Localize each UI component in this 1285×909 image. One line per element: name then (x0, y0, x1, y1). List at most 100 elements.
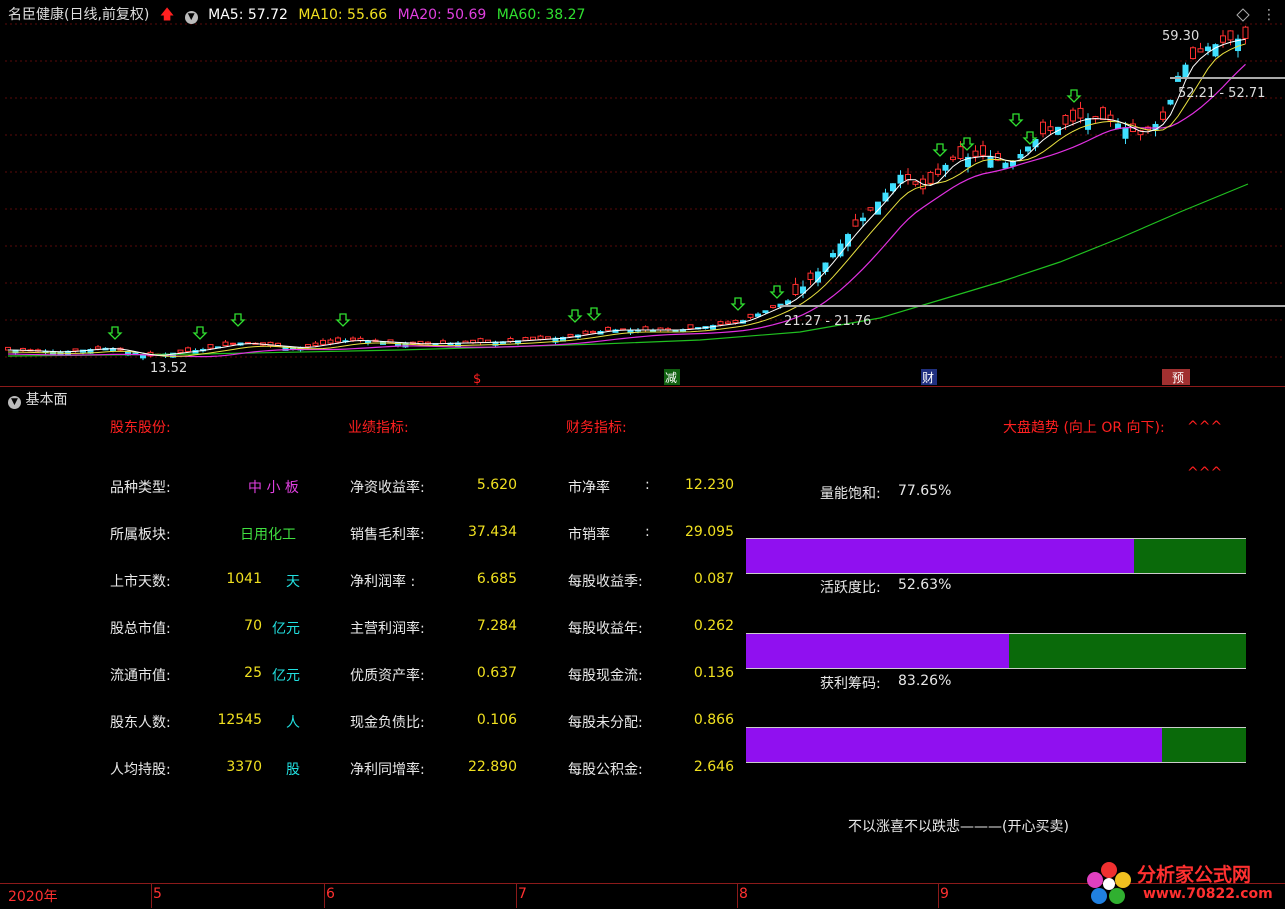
range-lower-label: 21.27 - 21.76 (784, 314, 871, 329)
more-icon[interactable]: ⋮ (1262, 7, 1276, 23)
finance-separator: : (645, 524, 650, 540)
finance-label: 每股收益年: (568, 621, 643, 637)
section-performance: 业绩指标: (348, 420, 409, 436)
performance-label: 销售毛利率: (350, 527, 425, 543)
chart-grid (5, 23, 1285, 358)
candle-body (980, 145, 986, 156)
time-tick-line (938, 884, 939, 908)
buy-arrow-icon (1066, 89, 1082, 103)
finance-value: 2.646 (693, 759, 734, 775)
gauge-bar (746, 633, 1246, 669)
candle-body (927, 171, 934, 184)
candle-body (327, 339, 334, 344)
finance-label: 市销率 (568, 527, 610, 543)
event-cai-marker: 财 (922, 371, 934, 385)
shareholder-value: 中 小 板 (248, 480, 299, 496)
watermark-url: www.70822.com (1143, 886, 1273, 902)
shareholder-label: 股总市值: (110, 621, 171, 637)
shareholder-label: 人均持股: (110, 762, 171, 778)
performance-value: 0.106 (476, 712, 517, 728)
shareholder-label: 所属板块: (110, 527, 171, 543)
time-tick-line (151, 884, 152, 908)
candle-body (567, 333, 574, 337)
dropdown-icon[interactable]: ▼ (184, 11, 198, 24)
time-tick-label: 6 (326, 886, 335, 902)
ma5-value: MA5: 57.72 (208, 7, 288, 23)
market-trend-label: 大盘趋势 (向上 OR 向下): (1003, 420, 1165, 436)
performance-value: 37.434 (468, 524, 517, 540)
finance-value: 12.230 (685, 477, 734, 493)
candle-body (890, 183, 896, 192)
performance-value: 0.637 (476, 665, 517, 681)
time-tick-line (737, 884, 738, 908)
candle-body (755, 313, 761, 317)
candle-body (1220, 35, 1226, 43)
collapse-icon[interactable]: ▼ (8, 396, 21, 409)
buy-arrow-icon (730, 297, 746, 311)
candle-body (222, 341, 229, 347)
gauge-label: 活跃度比: (820, 580, 881, 596)
candle-body (207, 344, 214, 349)
finance-label: 市净率 (568, 480, 610, 496)
ma20-line (7, 63, 1246, 358)
finance-value: 29.095 (685, 524, 734, 540)
kline-chart-panel[interactable]: 59.30 13.52 52.21 - 52.71 21.27 - 21.76 … (0, 0, 1285, 386)
market-trend-value-2: ^^^ (1187, 465, 1223, 481)
time-tick-line (516, 884, 517, 908)
candle-body (1197, 48, 1204, 53)
buy-arrow-icon (192, 326, 208, 340)
candle-body (762, 310, 769, 313)
market-trend-value: ^^^ (1187, 419, 1223, 435)
flower-logo-icon (1087, 862, 1131, 904)
watermark-name: 分析家公式网 (1137, 864, 1252, 886)
motto-text: 不以涨喜不以跌悲———(开心买卖) (848, 819, 1069, 835)
ma10-value: MA10: 55.66 (298, 7, 388, 23)
performance-label: 现金负债比: (350, 715, 425, 731)
candle-body (312, 342, 319, 347)
event-yu-marker: 预 (1172, 371, 1184, 385)
shareholder-value: 12545 (217, 712, 262, 728)
finance-value: 0.866 (693, 712, 734, 728)
candle-body (320, 339, 326, 345)
watermark-logo: 分析家公式网 www.70822.com (1079, 858, 1279, 906)
candle-body (725, 321, 731, 325)
shareholder-value: 日用化工 (240, 527, 296, 543)
performance-label: 优质资产率: (350, 668, 425, 684)
candle-body (852, 219, 859, 227)
candle-body (440, 340, 446, 344)
candle-body (905, 173, 911, 181)
candle-body (605, 326, 611, 331)
gauge-fill (746, 539, 1135, 573)
candle-body (1160, 111, 1166, 120)
candle-body (1205, 46, 1211, 52)
gauge-value: 83.26% (898, 673, 952, 689)
ma5-line (7, 38, 1246, 356)
performance-label: 净利润率 : (350, 574, 416, 590)
section-finance: 财务指标: (566, 420, 627, 436)
candle-body (507, 338, 514, 342)
candle-body (935, 168, 941, 175)
kline-chart[interactable]: 59.30 13.52 52.21 - 52.71 21.27 - 21.76 … (0, 0, 1285, 386)
performance-value: 5.620 (476, 477, 517, 493)
finance-separator: : (645, 477, 650, 493)
event-jian-marker: 减 (665, 371, 677, 385)
candle-body (807, 272, 814, 281)
candle-body (972, 150, 979, 157)
diamond-icon[interactable] (1236, 8, 1250, 22)
shareholder-unit: 天 (286, 574, 300, 590)
shareholder-value: 1041 (226, 571, 262, 587)
finance-label: 每股现金流: (568, 668, 643, 684)
fundamentals-title[interactable]: ▼ 基本面 (8, 389, 67, 409)
shareholder-unit: 亿元 (272, 621, 300, 637)
performance-value: 7.284 (476, 618, 517, 634)
gauge-label: 获利筹码: (820, 676, 881, 692)
gauge-bar (746, 538, 1246, 574)
candle-body (1182, 64, 1189, 78)
candle-body (1002, 162, 1009, 169)
finance-label: 每股公积金: (568, 762, 643, 778)
candle-body (912, 181, 919, 185)
shareholder-label: 上市天数: (110, 574, 171, 590)
time-tick-label: 2020年 (8, 889, 58, 905)
candle-body (530, 336, 536, 341)
candle-body (1025, 146, 1031, 152)
